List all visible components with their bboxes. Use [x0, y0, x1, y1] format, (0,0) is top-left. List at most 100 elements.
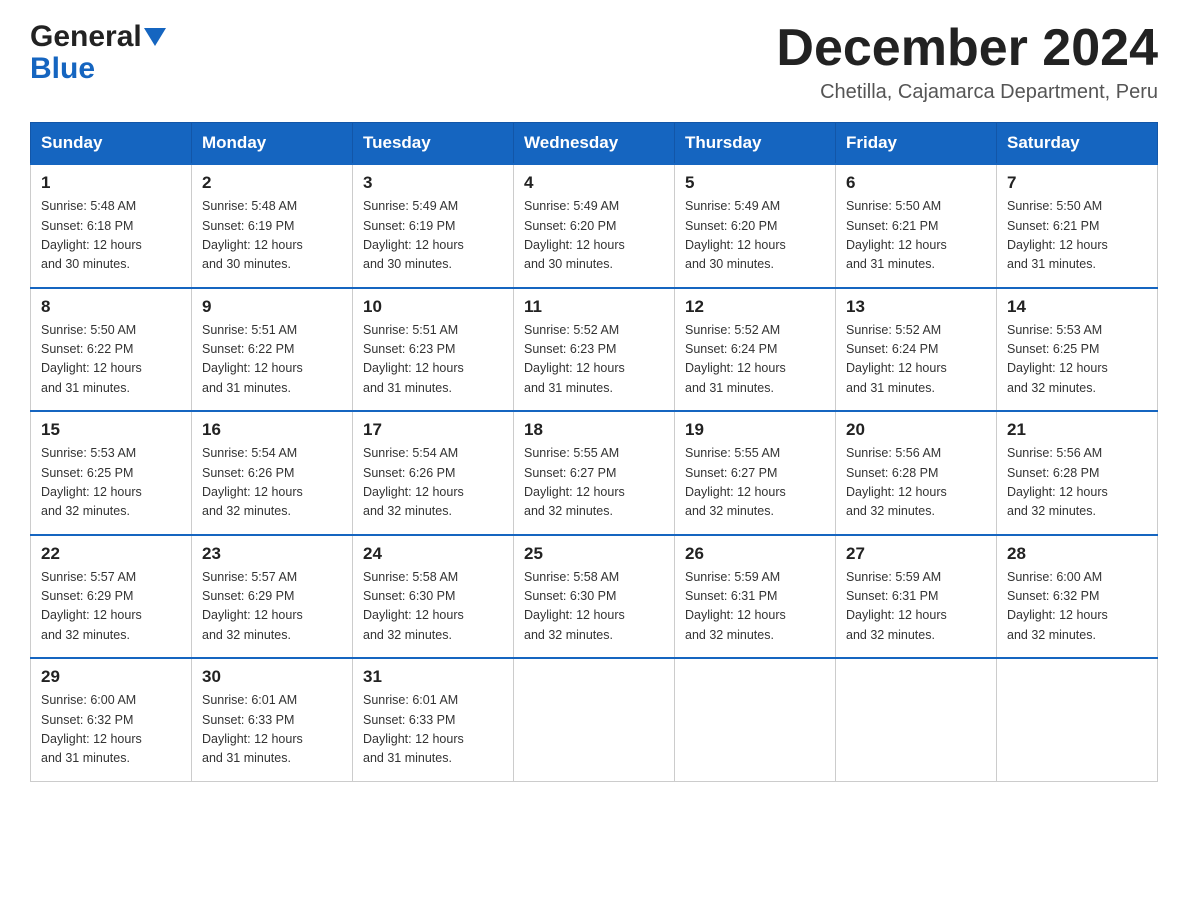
table-row: 28 Sunrise: 6:00 AMSunset: 6:32 PMDaylig… [997, 535, 1158, 659]
table-row: 2 Sunrise: 5:48 AMSunset: 6:19 PMDayligh… [192, 164, 353, 288]
logo-blue-text: Blue [30, 54, 95, 84]
day-number: 21 [1007, 420, 1147, 440]
day-info: Sunrise: 5:54 AMSunset: 6:26 PMDaylight:… [202, 446, 303, 518]
day-info: Sunrise: 6:01 AMSunset: 6:33 PMDaylight:… [202, 693, 303, 765]
day-number: 23 [202, 544, 342, 564]
header-sunday: Sunday [31, 123, 192, 165]
day-info: Sunrise: 5:59 AMSunset: 6:31 PMDaylight:… [685, 570, 786, 642]
header-tuesday: Tuesday [353, 123, 514, 165]
day-info: Sunrise: 5:58 AMSunset: 6:30 PMDaylight:… [524, 570, 625, 642]
day-info: Sunrise: 5:49 AMSunset: 6:20 PMDaylight:… [685, 199, 786, 271]
day-info: Sunrise: 6:00 AMSunset: 6:32 PMDaylight:… [1007, 570, 1108, 642]
header-monday: Monday [192, 123, 353, 165]
header-wednesday: Wednesday [514, 123, 675, 165]
day-number: 13 [846, 297, 986, 317]
day-info: Sunrise: 6:00 AMSunset: 6:32 PMDaylight:… [41, 693, 142, 765]
day-info: Sunrise: 5:54 AMSunset: 6:26 PMDaylight:… [363, 446, 464, 518]
day-info: Sunrise: 5:49 AMSunset: 6:20 PMDaylight:… [524, 199, 625, 271]
table-row: 14 Sunrise: 5:53 AMSunset: 6:25 PMDaylig… [997, 288, 1158, 412]
day-number: 27 [846, 544, 986, 564]
calendar-week-4: 22 Sunrise: 5:57 AMSunset: 6:29 PMDaylig… [31, 535, 1158, 659]
table-row: 9 Sunrise: 5:51 AMSunset: 6:22 PMDayligh… [192, 288, 353, 412]
day-number: 29 [41, 667, 181, 687]
day-number: 30 [202, 667, 342, 687]
day-number: 1 [41, 173, 181, 193]
header-friday: Friday [836, 123, 997, 165]
table-row [675, 658, 836, 781]
day-info: Sunrise: 5:59 AMSunset: 6:31 PMDaylight:… [846, 570, 947, 642]
day-info: Sunrise: 5:58 AMSunset: 6:30 PMDaylight:… [363, 570, 464, 642]
logo-arrow-icon [144, 28, 166, 51]
day-number: 16 [202, 420, 342, 440]
header-thursday: Thursday [675, 123, 836, 165]
calendar-table: Sunday Monday Tuesday Wednesday Thursday… [30, 122, 1158, 782]
day-number: 26 [685, 544, 825, 564]
day-number: 11 [524, 297, 664, 317]
table-row: 16 Sunrise: 5:54 AMSunset: 6:26 PMDaylig… [192, 411, 353, 535]
calendar-header-row: Sunday Monday Tuesday Wednesday Thursday… [31, 123, 1158, 165]
day-number: 7 [1007, 173, 1147, 193]
day-number: 20 [846, 420, 986, 440]
day-number: 18 [524, 420, 664, 440]
day-info: Sunrise: 5:50 AMSunset: 6:21 PMDaylight:… [1007, 199, 1108, 271]
table-row: 1 Sunrise: 5:48 AMSunset: 6:18 PMDayligh… [31, 164, 192, 288]
table-row: 12 Sunrise: 5:52 AMSunset: 6:24 PMDaylig… [675, 288, 836, 412]
table-row: 22 Sunrise: 5:57 AMSunset: 6:29 PMDaylig… [31, 535, 192, 659]
day-number: 22 [41, 544, 181, 564]
day-number: 28 [1007, 544, 1147, 564]
day-info: Sunrise: 5:56 AMSunset: 6:28 PMDaylight:… [846, 446, 947, 518]
day-number: 5 [685, 173, 825, 193]
day-info: Sunrise: 5:56 AMSunset: 6:28 PMDaylight:… [1007, 446, 1108, 518]
table-row: 29 Sunrise: 6:00 AMSunset: 6:32 PMDaylig… [31, 658, 192, 781]
calendar-week-3: 15 Sunrise: 5:53 AMSunset: 6:25 PMDaylig… [31, 411, 1158, 535]
table-row [514, 658, 675, 781]
day-info: Sunrise: 5:48 AMSunset: 6:19 PMDaylight:… [202, 199, 303, 271]
table-row: 8 Sunrise: 5:50 AMSunset: 6:22 PMDayligh… [31, 288, 192, 412]
day-info: Sunrise: 5:55 AMSunset: 6:27 PMDaylight:… [524, 446, 625, 518]
day-info: Sunrise: 5:50 AMSunset: 6:22 PMDaylight:… [41, 323, 142, 395]
logo-general-text: General [30, 20, 142, 54]
table-row: 18 Sunrise: 5:55 AMSunset: 6:27 PMDaylig… [514, 411, 675, 535]
day-number: 14 [1007, 297, 1147, 317]
day-number: 6 [846, 173, 986, 193]
day-number: 10 [363, 297, 503, 317]
day-number: 2 [202, 173, 342, 193]
calendar-week-1: 1 Sunrise: 5:48 AMSunset: 6:18 PMDayligh… [31, 164, 1158, 288]
table-row: 5 Sunrise: 5:49 AMSunset: 6:20 PMDayligh… [675, 164, 836, 288]
table-row: 24 Sunrise: 5:58 AMSunset: 6:30 PMDaylig… [353, 535, 514, 659]
table-row: 19 Sunrise: 5:55 AMSunset: 6:27 PMDaylig… [675, 411, 836, 535]
table-row: 3 Sunrise: 5:49 AMSunset: 6:19 PMDayligh… [353, 164, 514, 288]
day-info: Sunrise: 5:55 AMSunset: 6:27 PMDaylight:… [685, 446, 786, 518]
table-row: 13 Sunrise: 5:52 AMSunset: 6:24 PMDaylig… [836, 288, 997, 412]
day-number: 19 [685, 420, 825, 440]
table-row: 25 Sunrise: 5:58 AMSunset: 6:30 PMDaylig… [514, 535, 675, 659]
title-block: December 2024 Chetilla, Cajamarca Depart… [776, 20, 1158, 104]
day-info: Sunrise: 5:57 AMSunset: 6:29 PMDaylight:… [202, 570, 303, 642]
table-row: 17 Sunrise: 5:54 AMSunset: 6:26 PMDaylig… [353, 411, 514, 535]
table-row: 30 Sunrise: 6:01 AMSunset: 6:33 PMDaylig… [192, 658, 353, 781]
day-info: Sunrise: 5:51 AMSunset: 6:23 PMDaylight:… [363, 323, 464, 395]
page-subtitle: Chetilla, Cajamarca Department, Peru [776, 81, 1158, 104]
day-number: 8 [41, 297, 181, 317]
day-number: 12 [685, 297, 825, 317]
table-row: 21 Sunrise: 5:56 AMSunset: 6:28 PMDaylig… [997, 411, 1158, 535]
day-number: 17 [363, 420, 503, 440]
day-info: Sunrise: 5:52 AMSunset: 6:24 PMDaylight:… [685, 323, 786, 395]
calendar-week-2: 8 Sunrise: 5:50 AMSunset: 6:22 PMDayligh… [31, 288, 1158, 412]
table-row: 15 Sunrise: 5:53 AMSunset: 6:25 PMDaylig… [31, 411, 192, 535]
table-row: 20 Sunrise: 5:56 AMSunset: 6:28 PMDaylig… [836, 411, 997, 535]
table-row: 31 Sunrise: 6:01 AMSunset: 6:33 PMDaylig… [353, 658, 514, 781]
calendar-week-5: 29 Sunrise: 6:00 AMSunset: 6:32 PMDaylig… [31, 658, 1158, 781]
day-info: Sunrise: 5:53 AMSunset: 6:25 PMDaylight:… [1007, 323, 1108, 395]
table-row: 10 Sunrise: 5:51 AMSunset: 6:23 PMDaylig… [353, 288, 514, 412]
day-number: 3 [363, 173, 503, 193]
page-header: General Blue December 2024 Chetilla, Caj… [30, 20, 1158, 104]
day-number: 9 [202, 297, 342, 317]
day-info: Sunrise: 5:52 AMSunset: 6:24 PMDaylight:… [846, 323, 947, 395]
day-info: Sunrise: 5:52 AMSunset: 6:23 PMDaylight:… [524, 323, 625, 395]
table-row: 11 Sunrise: 5:52 AMSunset: 6:23 PMDaylig… [514, 288, 675, 412]
day-info: Sunrise: 5:53 AMSunset: 6:25 PMDaylight:… [41, 446, 142, 518]
day-info: Sunrise: 5:48 AMSunset: 6:18 PMDaylight:… [41, 199, 142, 271]
table-row: 6 Sunrise: 5:50 AMSunset: 6:21 PMDayligh… [836, 164, 997, 288]
table-row: 23 Sunrise: 5:57 AMSunset: 6:29 PMDaylig… [192, 535, 353, 659]
